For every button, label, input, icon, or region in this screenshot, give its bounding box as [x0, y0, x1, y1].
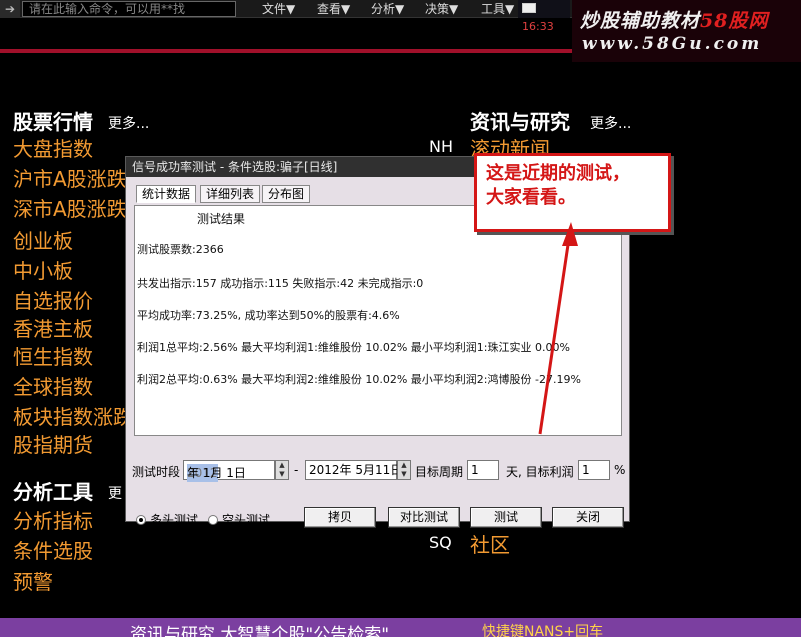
- news-more-link[interactable]: 更多...: [590, 113, 631, 133]
- result-line: 测试股票数:2366: [137, 243, 224, 256]
- tab-distribution[interactable]: 分布图: [262, 185, 311, 203]
- mail-icon[interactable]: [522, 3, 536, 13]
- target-profit-label: 天, 目标利润: [506, 465, 574, 479]
- menu-decision[interactable]: 决策▼: [425, 0, 458, 18]
- radio-long-indicator[interactable]: [136, 515, 146, 525]
- watermark-title: 炒股辅助教材58股网: [580, 10, 769, 32]
- link-alerts[interactable]: 预警: [13, 566, 53, 595]
- stocks-section-title: 股票行情: [13, 110, 93, 134]
- clock-time: 16:33: [522, 20, 554, 33]
- start-date-spinner[interactable]: ▲ ▼: [275, 460, 289, 480]
- percent-sign: %: [614, 463, 626, 477]
- end-date-spinner[interactable]: ▲ ▼: [397, 460, 411, 480]
- watermark: 炒股辅助教材58股网 www.58Gu.com: [572, 0, 801, 62]
- compare-test-button[interactable]: 对比测试: [388, 507, 460, 528]
- result-line: 利润1总平均:2.56% 最大平均利润1:维维股份 10.02% 最小平均利润1…: [137, 341, 570, 354]
- link-sme[interactable]: 中小板: [13, 255, 73, 284]
- clock: 16:33: [518, 0, 570, 33]
- link-gem[interactable]: 创业板: [13, 225, 73, 254]
- start-date-field[interactable]: 2012 年 1月 1日: [183, 460, 275, 482]
- link-index-futures[interactable]: 股指期货: [13, 429, 93, 458]
- radio-short[interactable]: 空头测试: [208, 511, 270, 528]
- radio-short-indicator[interactable]: [208, 515, 218, 525]
- news-section-title: 资讯与研究: [470, 110, 570, 134]
- target-period-label: 目标周期: [415, 465, 464, 479]
- watermark-url: www.58Gu.com: [582, 34, 763, 54]
- link-global-index[interactable]: 全球指数: [13, 371, 93, 400]
- link-hk-main[interactable]: 香港主板: [13, 313, 93, 342]
- annotation-callout: 这是近期的测试， 大家看看。: [474, 153, 671, 232]
- result-line: 共发出指示:157 成功指示:115 失败指示:42 未完成指示:0: [137, 277, 424, 290]
- menu-analysis[interactable]: 分析▼: [371, 0, 404, 18]
- menu-tools[interactable]: 工具▼: [481, 0, 514, 18]
- link-indicators[interactable]: 分析指标: [13, 505, 93, 534]
- link-hang-seng[interactable]: 恒生指数: [13, 341, 93, 370]
- annotation-text: 这是近期的测试， 大家看看。: [486, 163, 630, 208]
- tools-more-link[interactable]: 更: [108, 483, 122, 503]
- tab-detail-list[interactable]: 详细列表: [200, 185, 261, 203]
- tab-statistics[interactable]: 统计数据: [136, 185, 197, 203]
- test-params-row: 测试时段 2012 年 1月 1日 ▲ ▼ - 2012年 5月11日 ▲ ▼ 目标周…: [132, 460, 626, 482]
- back-arrow-icon[interactable]: ➔: [0, 0, 20, 18]
- stocks-more-link[interactable]: 更多...: [108, 113, 149, 133]
- link-stock-screener[interactable]: 条件选股: [13, 535, 93, 564]
- target-profit-input[interactable]: 1: [578, 460, 610, 480]
- header-divider: [0, 49, 572, 53]
- result-line: 利润2总平均:0.63% 最大平均利润2:维维股份 10.02% 最小平均利润2…: [137, 373, 581, 386]
- target-period-input[interactable]: 1: [467, 460, 499, 480]
- link-watchlist[interactable]: 自选报价: [13, 285, 93, 314]
- tools-section-title: 分析工具: [13, 480, 93, 504]
- link-market-index[interactable]: 大盘指数: [13, 133, 93, 162]
- result-line: 平均成功率:73.25%, 成功率达到50%的股票有:4.6%: [137, 309, 400, 322]
- command-input[interactable]: 请在此输入命令，可以用**找: [22, 1, 236, 17]
- radio-long[interactable]: 多头测试: [136, 511, 198, 528]
- link-sector-index[interactable]: 板块指数涨跌: [13, 401, 133, 430]
- menu-view[interactable]: 查看▼: [317, 0, 350, 18]
- result-heading: 测试结果: [197, 212, 246, 226]
- date-separator: -: [294, 463, 299, 477]
- link-community[interactable]: 社区: [470, 529, 510, 558]
- link-sh-a[interactable]: 沪市A股涨跌: [13, 163, 127, 192]
- run-test-button[interactable]: 测试: [470, 507, 542, 528]
- link-sz-a[interactable]: 深市A股涨跌: [13, 193, 127, 222]
- period-label: 测试时段: [132, 465, 181, 479]
- end-date-field[interactable]: 2012年 5月11日: [305, 460, 402, 480]
- bottom-banner-text: 资讯与研究 大智慧个股"公告检索": [130, 625, 390, 637]
- tag-nh: NH: [429, 137, 453, 156]
- result-pane[interactable]: 测试结果 测试股票数:2366 共发出指示:157 成功指示:115 失败指示:…: [134, 205, 622, 436]
- copy-button[interactable]: 拷贝: [304, 507, 376, 528]
- bottom-banner: 资讯与研究 大智慧个股"公告检索" 快捷键NANS+回车: [0, 618, 801, 637]
- bottom-banner-shortcut: 快捷键NANS+回车: [482, 624, 604, 637]
- menu-file[interactable]: 文件▼: [262, 0, 295, 18]
- close-button[interactable]: 关闭: [552, 507, 624, 528]
- tag-sq: SQ: [429, 533, 452, 552]
